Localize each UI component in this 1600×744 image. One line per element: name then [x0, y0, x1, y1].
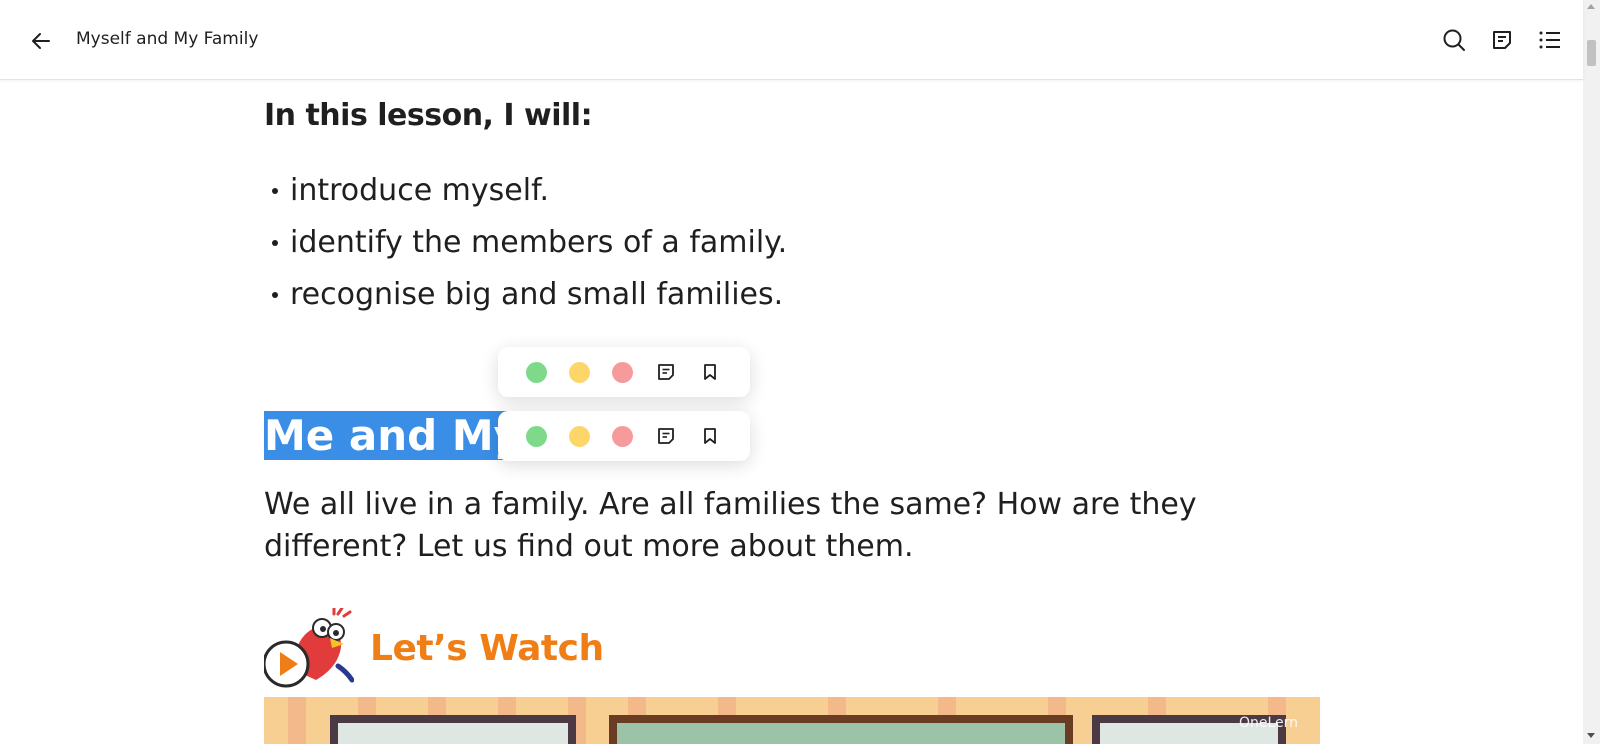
bookmark-button[interactable] — [699, 425, 721, 447]
selected-text[interactable]: Me and My — [264, 411, 526, 460]
bullet-icon — [272, 292, 278, 298]
video-player[interactable]: OneLern — [264, 697, 1320, 744]
back-arrow-icon — [32, 33, 50, 49]
lesson-objectives-heading: In this lesson, I will: — [264, 98, 593, 133]
highlight-green-button[interactable] — [526, 361, 547, 383]
notes-icon — [1493, 31, 1511, 49]
objectives-list: introduce myself. identify the members o… — [264, 165, 787, 321]
add-note-button[interactable] — [655, 425, 677, 447]
highlight-red-button[interactable] — [612, 425, 633, 447]
highlight-red-button[interactable] — [612, 361, 633, 383]
section-heading: Me and My — [264, 411, 526, 460]
add-note-icon — [658, 364, 674, 380]
highlight-yellow-button[interactable] — [569, 361, 590, 383]
list-item: introduce myself. — [264, 165, 787, 217]
list-item: identify the members of a family. — [264, 217, 787, 269]
picture-frame — [609, 715, 1073, 744]
lets-watch-label: Let’s Watch — [370, 628, 604, 669]
decorative-stripe — [288, 697, 306, 744]
scroll-thumb[interactable] — [1587, 40, 1596, 66]
video-watermark: OneLern — [1238, 715, 1298, 731]
bookmark-icon — [704, 364, 716, 380]
bullet-icon — [272, 188, 278, 194]
scroll-down-arrow-icon[interactable] — [1587, 733, 1595, 738]
contents-list-icon — [1539, 31, 1560, 49]
page-title: Myself and My Family — [76, 29, 259, 49]
top-bar: Myself and My Family — [0, 0, 1583, 80]
intro-paragraph: We all live in a family. Are all familie… — [264, 487, 1197, 564]
vertical-scrollbar[interactable] — [1583, 0, 1600, 744]
back-button[interactable] — [26, 26, 56, 56]
contents-button[interactable] — [1534, 24, 1566, 56]
bookmark-icon — [704, 428, 716, 444]
list-item: recognise big and small families. — [264, 269, 787, 321]
search-button[interactable] — [1438, 24, 1470, 56]
highlight-toolbar — [498, 347, 750, 397]
picture-frame — [330, 715, 576, 744]
add-note-icon — [658, 428, 674, 444]
add-note-button[interactable] — [655, 361, 677, 383]
highlight-green-button[interactable] — [526, 425, 547, 447]
bookmark-button[interactable] — [699, 361, 721, 383]
scroll-up-arrow-icon[interactable] — [1587, 4, 1595, 9]
search-icon — [1443, 29, 1465, 51]
highlight-toolbar — [498, 411, 750, 461]
highlight-yellow-button[interactable] — [569, 425, 590, 447]
parrot-mascot-play-icon — [264, 608, 354, 688]
notes-button[interactable] — [1486, 24, 1518, 56]
bullet-icon — [272, 240, 278, 246]
